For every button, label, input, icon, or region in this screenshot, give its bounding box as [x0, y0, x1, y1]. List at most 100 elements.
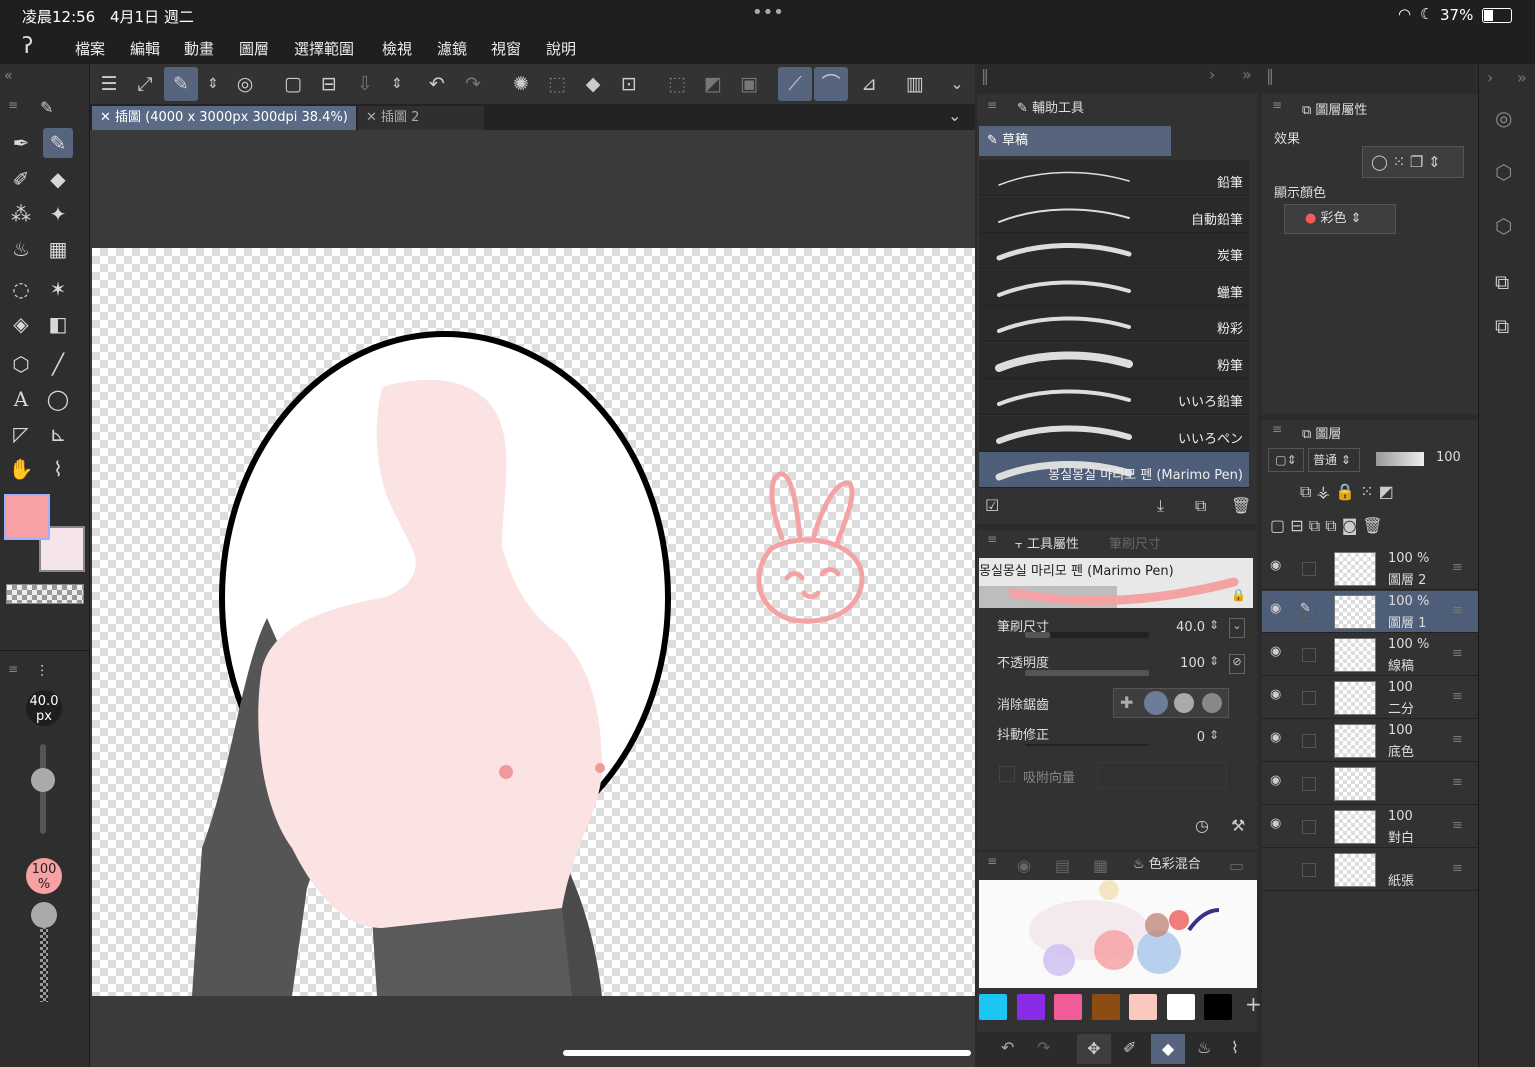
- layer-select-checkbox[interactable]: [1302, 562, 1316, 576]
- layer-row[interactable]: ◉ 100 % 圖層 1 ≡ ✎: [1262, 591, 1478, 633]
- layers-icon[interactable]: ⧉: [1495, 314, 1509, 338]
- color-swatch[interactable]: [1204, 994, 1232, 1020]
- close-tab-icon[interactable]: ✕: [100, 110, 115, 125]
- menu-view[interactable]: 檢視: [382, 38, 412, 59]
- eye-visibility-icon[interactable]: ◉: [1270, 601, 1281, 616]
- decoration-tool-icon[interactable]: ✦: [43, 199, 73, 229]
- layer-select-checkbox[interactable]: [1302, 691, 1316, 705]
- brush-item[interactable]: 炭筆: [979, 233, 1249, 269]
- strip-collapse-icon[interactable]: »: [1517, 68, 1527, 87]
- layer-select-checkbox[interactable]: [1302, 734, 1316, 748]
- navigator-icon[interactable]: ◎: [1495, 106, 1512, 130]
- menu-help[interactable]: 說明: [546, 38, 576, 59]
- layer-color-effect-icon[interactable]: ❐: [1410, 153, 1428, 171]
- 3d-object-icon[interactable]: ⬡: [6, 349, 36, 379]
- layer-select-checkbox[interactable]: [1302, 863, 1316, 877]
- clip-layer-icon[interactable]: ⧉: [1300, 482, 1317, 501]
- eyedropper-icon[interactable]: ⌇: [43, 454, 73, 484]
- subtool-menu-icon[interactable]: ≡: [987, 98, 997, 112]
- opacity-stepper-icon[interactable]: ⇕: [1209, 654, 1219, 668]
- brush-size-slider-prop[interactable]: [1025, 632, 1149, 638]
- layer-select-checkbox[interactable]: [1302, 777, 1316, 791]
- aa-medium-icon[interactable]: [1174, 693, 1194, 713]
- magic-wand-icon[interactable]: ✶: [43, 274, 73, 304]
- toolprop-tab-brush-size[interactable]: 筆刷尺寸: [1109, 534, 1161, 556]
- color-wheel-tab-icon[interactable]: ◉: [1017, 856, 1031, 875]
- mesh-tool-icon[interactable]: ▦: [43, 234, 73, 264]
- merge-down-icon[interactable]: ⧉: [1325, 516, 1342, 535]
- menu-window[interactable]: 視窗: [491, 38, 521, 59]
- color-mixing-canvas[interactable]: [979, 880, 1257, 988]
- delete-brush-icon[interactable]: 🗑: [1231, 496, 1251, 515]
- opacity-slider-prop[interactable]: [1025, 670, 1149, 676]
- color-swatch[interactable]: [1166, 994, 1195, 1020]
- edit-mode-icon[interactable]: ✎: [164, 67, 198, 101]
- text-tool-icon[interactable]: A: [6, 384, 36, 414]
- mix-blend-icon[interactable]: ♨: [1197, 1038, 1211, 1057]
- colormix-header[interactable]: ♨ 色彩混合: [1133, 854, 1201, 876]
- clear-selection-icon[interactable]: ⬚: [664, 71, 690, 97]
- canvas-size-icon[interactable]: ⤢: [132, 71, 158, 97]
- layer-row[interactable]: ◉ 100 底色 ≡: [1262, 720, 1478, 762]
- brush-item[interactable]: 鉛筆: [979, 160, 1249, 196]
- subtool-settings-icon[interactable]: ☑: [985, 496, 999, 515]
- brush-item[interactable]: 粉筆: [979, 342, 1249, 379]
- balloon-tool-icon[interactable]: ◯: [43, 384, 73, 414]
- opacity-dynamics-icon[interactable]: ⊘: [1229, 654, 1245, 674]
- colormix-menu-icon[interactable]: ≡: [987, 854, 997, 868]
- export-toggle-icon[interactable]: ⇕: [384, 71, 410, 97]
- panel-chevron-right-icon[interactable]: ›: [1209, 65, 1215, 84]
- color-swatch[interactable]: [1129, 994, 1157, 1020]
- layer-property-icon[interactable]: ⧉: [1495, 270, 1509, 294]
- lock-icon[interactable]: 🔒: [1231, 588, 1246, 602]
- layerprop-menu-icon[interactable]: ≡: [1272, 98, 1282, 112]
- antialias-selector[interactable]: ✚: [1113, 688, 1229, 718]
- mix-brush-icon[interactable]: ✐: [1123, 1038, 1136, 1057]
- pen-tool-icon[interactable]: ✒: [6, 128, 36, 158]
- aa-strong-icon[interactable]: [1202, 693, 1222, 713]
- tone-effect-icon[interactable]: ⁙: [1393, 153, 1410, 171]
- export-icon[interactable]: ⇩: [352, 71, 378, 97]
- brush-item[interactable]: いいろペン: [979, 415, 1249, 452]
- opacity-slider-handle[interactable]: [31, 902, 57, 928]
- device-settings-icon[interactable]: ▥: [902, 71, 928, 97]
- aa-weak-icon[interactable]: [1144, 691, 1168, 715]
- color-swatch[interactable]: [979, 994, 1007, 1020]
- tool-tab-icon[interactable]: ✎: [40, 98, 53, 117]
- airbrush-tool-icon[interactable]: ⁂: [6, 199, 36, 229]
- snap-grid-icon[interactable]: ⊿: [856, 71, 882, 97]
- snap-vector-checkbox[interactable]: [999, 766, 1015, 782]
- lock-layer-icon[interactable]: 🔒: [1335, 482, 1360, 501]
- eye-visibility-icon[interactable]: ◉: [1270, 816, 1281, 831]
- layer-row[interactable]: ◉ ≡: [1262, 763, 1478, 805]
- tab-list-chevron-down-icon[interactable]: ⌄: [948, 106, 961, 125]
- duplicate-brush-icon[interactable]: ⧉: [1195, 496, 1206, 516]
- toolprop-menu-icon[interactable]: ≡: [987, 532, 997, 546]
- pencil-tool-icon[interactable]: ✎: [43, 128, 73, 158]
- fill-icon[interactable]: ◆: [580, 71, 606, 97]
- collapse-left-icon[interactable]: «: [4, 68, 13, 84]
- layer-opacity-value[interactable]: 100: [1436, 450, 1461, 465]
- material-icon[interactable]: ⬡: [1495, 160, 1512, 184]
- layer-drag-handle-icon[interactable]: ≡: [1452, 775, 1463, 790]
- blend-mode-select[interactable]: 普通 ⇕: [1308, 448, 1360, 472]
- color-swatch[interactable]: [1016, 994, 1045, 1020]
- brush-tool-icon[interactable]: ✐: [6, 164, 36, 194]
- layer-drag-handle-icon[interactable]: ≡: [1452, 732, 1463, 747]
- main-color-swatch[interactable]: [4, 494, 50, 540]
- stabilization-slider[interactable]: [1025, 744, 1149, 746]
- panel-collapse-icon[interactable]: »: [1242, 65, 1252, 84]
- snap-ruler-icon[interactable]: ⟋: [778, 67, 812, 101]
- strip-chevron-icon[interactable]: ›: [1487, 68, 1493, 87]
- open-folder-icon[interactable]: ⊟: [316, 71, 342, 97]
- lasso-tool-icon[interactable]: ◌: [6, 274, 36, 304]
- layer-select-checkbox[interactable]: [1302, 820, 1316, 834]
- new-raster-layer-icon[interactable]: ▢: [1270, 516, 1290, 535]
- delete-layer-icon[interactable]: 🗑: [1362, 516, 1382, 535]
- mix-redo-icon[interactable]: ↷: [1037, 1038, 1050, 1057]
- mix-move-icon[interactable]: ✥: [1077, 1034, 1111, 1064]
- import-brush-icon[interactable]: ⤓: [1157, 496, 1164, 516]
- size-stepper-icon[interactable]: ⇕: [1209, 618, 1219, 632]
- brush-size-prop-value[interactable]: 40.0: [1157, 620, 1205, 635]
- layer-drag-handle-icon[interactable]: ≡: [1452, 646, 1463, 661]
